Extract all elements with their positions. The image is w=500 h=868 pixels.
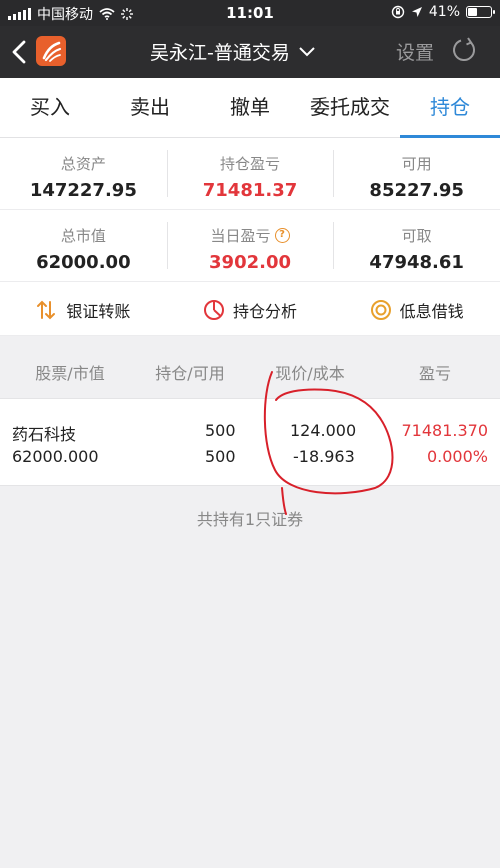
- quick-actions: 银证转账 持仓分析 低息借钱: [0, 284, 500, 336]
- market-value: 总市值 62000.00: [0, 210, 167, 281]
- settings-button[interactable]: 设置: [396, 38, 434, 65]
- withdrawable-value: 47948.61: [369, 252, 464, 273]
- position-pl-value: 71481.37: [202, 180, 298, 201]
- summary-row: 总市值 62000.00 当日盈亏 ? 3902.00 可取 47948.61: [0, 210, 500, 282]
- header-pl: 盈亏: [418, 364, 451, 383]
- daily-pl-value: 3902.00: [209, 252, 291, 273]
- stock-price: 124.000: [290, 421, 357, 440]
- withdrawable: 可取 47948.61: [333, 210, 500, 281]
- tab-orders[interactable]: 委托成交: [300, 78, 400, 137]
- coin-icon: [370, 299, 391, 320]
- bank-transfer-button[interactable]: 银证转账: [0, 284, 167, 335]
- stock-name: 药石科技: [12, 425, 77, 444]
- location-icon: [411, 7, 422, 17]
- help-icon[interactable]: ?: [274, 228, 290, 243]
- header-position: 持仓/可用: [155, 364, 225, 383]
- battery-percent: 41%: [428, 4, 460, 20]
- header-price: 现价/成本: [275, 364, 345, 383]
- stock-cost: -18.963: [293, 447, 355, 466]
- lock-rotation-icon: [391, 5, 405, 19]
- market-value-value: 62000.00: [36, 252, 131, 273]
- status-right: 41%: [391, 4, 495, 20]
- available-funds: 可用 85227.95: [333, 138, 500, 209]
- available-value: 85227.95: [369, 180, 464, 201]
- available-label: 可用: [401, 155, 432, 173]
- account-title: 吴永江-普通交易: [150, 42, 290, 64]
- stock-pl-pct: 0.000%: [426, 447, 488, 466]
- total-assets-label: 总资产: [60, 155, 106, 173]
- stock-pl: 71481.370: [401, 421, 488, 440]
- nav-bar: 吴永江-普通交易 设置: [0, 26, 500, 78]
- transfer-icon: [37, 300, 56, 319]
- stock-available: 500: [205, 447, 236, 466]
- account-selector[interactable]: 吴永江-普通交易: [150, 38, 316, 65]
- position-analysis-label: 持仓分析: [233, 301, 298, 321]
- tab-holdings[interactable]: 持仓: [400, 78, 500, 138]
- position-pl: 持仓盈亏 71481.37: [166, 138, 334, 209]
- table-row[interactable]: 药石科技 62000.000 500 500 124.000 -18.963 7…: [0, 398, 500, 486]
- chevron-down-icon: [299, 46, 315, 56]
- bank-transfer-label: 银证转账: [66, 301, 131, 321]
- pie-chart-icon: [204, 299, 224, 320]
- daily-pl-label-wrap: 当日盈亏 ?: [211, 225, 290, 246]
- holdings-count: 共持有1只证券: [196, 510, 304, 529]
- battery-icon: [466, 6, 495, 18]
- app-logo: [36, 36, 66, 66]
- refresh-icon[interactable]: [450, 36, 478, 64]
- low-interest-loan-label: 低息借钱: [399, 301, 464, 321]
- status-bar: 中国移动 11:01 41%: [0, 0, 500, 26]
- daily-pl: 当日盈亏 ? 3902.00: [166, 210, 334, 281]
- stock-position: 500: [205, 421, 236, 440]
- trade-tabs: 买入 卖出 撤单 委托成交 持仓: [0, 78, 500, 138]
- tab-cancel[interactable]: 撤单: [200, 78, 300, 137]
- summary-row: 总资产 147227.95 持仓盈亏 71481.37 可用 85227.95: [0, 138, 500, 210]
- account-summary: 总资产 147227.95 持仓盈亏 71481.37 可用 85227.95 …: [0, 138, 500, 284]
- daily-pl-label: 当日盈亏: [210, 227, 271, 245]
- tab-sell[interactable]: 卖出: [100, 78, 200, 137]
- tab-buy[interactable]: 买入: [0, 78, 100, 137]
- position-analysis-button[interactable]: 持仓分析: [167, 284, 334, 335]
- stock-market-value: 62000.000: [12, 447, 99, 466]
- total-assets-value: 147227.95: [29, 180, 137, 201]
- withdrawable-label: 可取: [401, 227, 432, 245]
- total-assets: 总资产 147227.95: [0, 138, 167, 209]
- low-interest-loan-button[interactable]: 低息借钱: [333, 284, 500, 335]
- holdings-header: 股票/市值 持仓/可用 现价/成本 盈亏: [0, 350, 500, 398]
- back-icon[interactable]: [8, 38, 32, 66]
- header-stock: 股票/市值: [35, 364, 105, 383]
- position-pl-label: 持仓盈亏: [220, 155, 281, 173]
- market-value-label: 总市值: [60, 227, 106, 245]
